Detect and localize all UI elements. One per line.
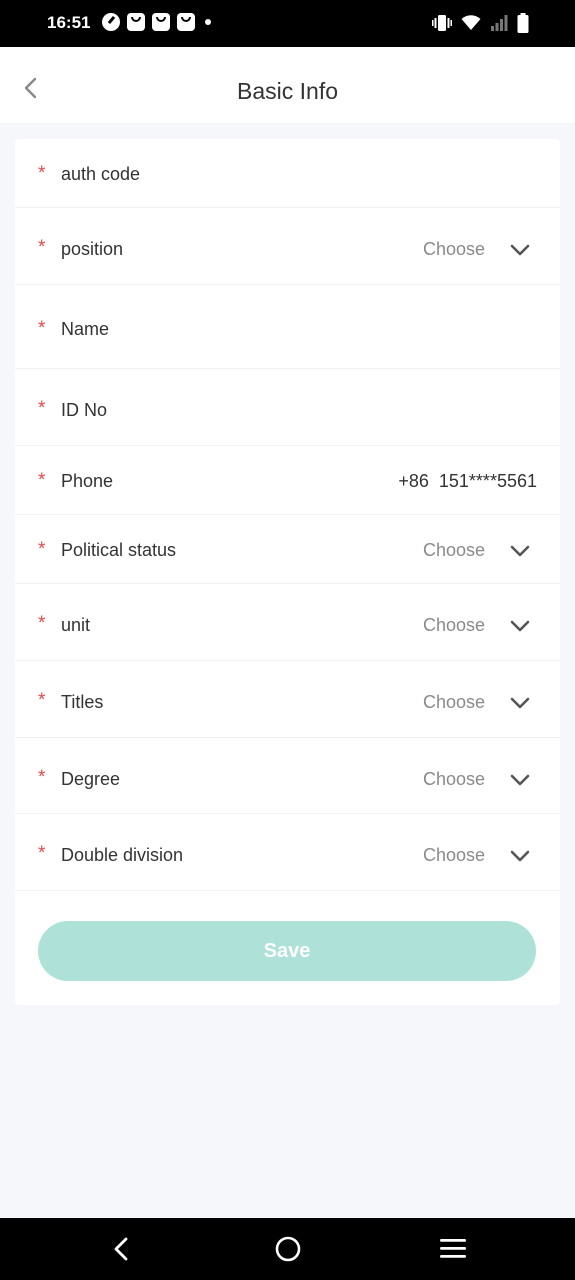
titles-select[interactable]: * Titles Choose (15, 661, 560, 738)
chevron-down-icon (510, 545, 530, 557)
field-label: ID No (61, 400, 108, 420)
nav-menu-icon[interactable] (439, 1236, 467, 1262)
phone-value: +86 151****5561 (398, 471, 537, 491)
select-placeholder: Choose (422, 239, 485, 259)
signal-icon (491, 15, 508, 31)
required-mark: * (38, 398, 46, 419)
bag-icon (177, 13, 195, 31)
required-mark: * (38, 767, 46, 788)
auth-code-field[interactable]: * auth code (15, 139, 560, 208)
wifi-icon (461, 15, 481, 30)
select-placeholder: Choose (422, 692, 485, 712)
field-label: Name (61, 319, 110, 339)
degree-select[interactable]: * Degree Choose (15, 738, 560, 814)
chevron-down-icon (510, 774, 530, 786)
select-placeholder: Choose (422, 769, 485, 789)
chevron-down-icon (510, 620, 530, 632)
speedometer-icon (102, 13, 120, 31)
page-title: Basic Info (237, 78, 338, 104)
political-status-select[interactable]: * Political status Choose (15, 515, 560, 584)
system-icons (432, 13, 529, 33)
select-placeholder: Choose (422, 540, 485, 560)
chevron-down-icon (510, 850, 530, 862)
bag-icon (152, 13, 170, 31)
more-notifications-dot-icon (205, 19, 211, 25)
field-label: Political status (61, 540, 177, 560)
required-mark: * (38, 690, 46, 711)
phone-field[interactable]: * Phone +86 151****5561 (15, 446, 560, 515)
nav-back-icon[interactable] (109, 1236, 135, 1262)
app-header: Basic Info (0, 47, 575, 123)
field-label: unit (61, 615, 91, 635)
save-button[interactable]: Save (38, 921, 536, 981)
name-field[interactable]: * Name (15, 285, 560, 369)
field-label: auth code (61, 164, 141, 184)
status-bar: 16:51 (0, 0, 575, 47)
chevron-down-icon (510, 697, 530, 709)
field-label: Double division (61, 845, 184, 865)
notification-icons (102, 13, 211, 31)
required-mark: * (38, 843, 46, 864)
basic-info-form: * auth code * position Choose * Name * I… (15, 139, 560, 1005)
field-label: position (61, 239, 124, 259)
field-label: Degree (61, 769, 121, 789)
required-mark: * (38, 613, 46, 634)
required-mark: * (38, 237, 46, 258)
field-label: Titles (61, 692, 104, 712)
select-placeholder: Choose (422, 615, 485, 635)
double-division-select[interactable]: * Double division Choose (15, 814, 560, 891)
unit-select[interactable]: * unit Choose (15, 584, 560, 661)
status-time: 16:51 (47, 13, 91, 32)
id-no-field[interactable]: * ID No (15, 369, 560, 446)
position-select[interactable]: * position Choose (15, 208, 560, 285)
select-placeholder: Choose (422, 845, 485, 865)
required-mark: * (38, 470, 46, 491)
required-mark: * (38, 163, 46, 184)
system-nav-bar (0, 1218, 575, 1280)
nav-home-icon[interactable] (274, 1236, 302, 1264)
vibrate-icon (432, 15, 452, 31)
battery-icon (517, 13, 529, 33)
chevron-down-icon (510, 244, 530, 256)
field-label: Phone (61, 471, 114, 491)
required-mark: * (38, 318, 46, 339)
required-mark: * (38, 539, 46, 560)
bag-icon (127, 13, 145, 31)
